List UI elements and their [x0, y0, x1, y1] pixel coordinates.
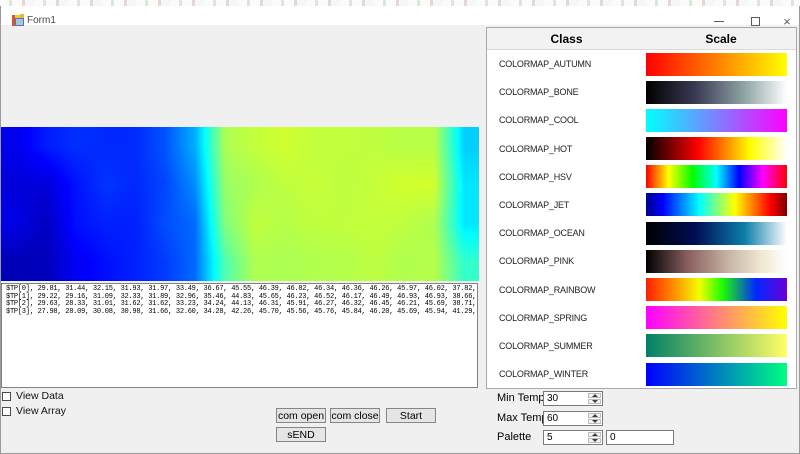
titlebar[interactable]: Form1 × — [0, 6, 800, 29]
spin-down-button[interactable] — [588, 438, 601, 443]
palette-value: 5 — [547, 432, 553, 443]
colormap-class-label: COLORMAP_WINTER — [499, 369, 589, 380]
colormap-class-label: COLORMAP_SUMMER — [499, 340, 593, 351]
com-close-button[interactable]: com close — [330, 408, 380, 423]
arrow-up-icon — [591, 433, 598, 436]
palette-spin — [588, 432, 601, 443]
com-open-button[interactable]: com open — [276, 408, 326, 423]
colormap-class-label: COLORMAP_OCEAN — [499, 228, 585, 239]
colormap-row[interactable]: COLORMAP_WINTER — [487, 360, 796, 388]
colormap-class-label: COLORMAP_JET — [499, 200, 570, 211]
class-column-header[interactable]: Class — [487, 28, 646, 49]
view-data-checkbox[interactable]: View Data — [2, 390, 64, 402]
view-array-checkbox[interactable]: View Array — [2, 405, 66, 417]
colormap-row[interactable]: COLORMAP_RAINBOW — [487, 276, 796, 304]
colormap-scale-bar — [646, 193, 787, 217]
min-temp-value: 30 — [547, 393, 559, 404]
colormap-class-label: COLORMAP_SPRING — [499, 312, 588, 323]
colormap-scale-bar — [646, 362, 787, 386]
colormap-scale-bar — [646, 249, 787, 273]
arrow-up-icon — [591, 414, 598, 417]
colormap-grid-header: Class Scale — [487, 28, 796, 50]
colormap-row[interactable]: COLORMAP_SPRING — [487, 304, 796, 332]
spin-up-button[interactable] — [588, 393, 601, 398]
min-temp-label: Min Temp — [497, 392, 545, 404]
colormap-class-label: COLORMAP_PINK — [499, 256, 574, 267]
colormap-row[interactable]: COLORMAP_HOT — [487, 135, 796, 163]
view-data-checkbox-box[interactable] — [2, 391, 11, 401]
colormap-scale-bar — [646, 221, 787, 245]
colormap-scale-bar — [646, 52, 787, 76]
colormap-scale-bar — [646, 108, 787, 132]
max-temp-spin — [588, 413, 601, 424]
colormap-grid: Class Scale COLORMAP_AUTUMN COLORMAP_BONE… — [486, 27, 797, 389]
colormap-scale-bar — [646, 334, 787, 358]
max-temp-value: 60 — [547, 413, 559, 424]
colormap-class-label: COLORMAP_BONE — [499, 87, 579, 98]
colormap-row[interactable]: COLORMAP_JET — [487, 191, 796, 219]
palette-label: Palette — [497, 431, 532, 443]
arrow-up-icon — [591, 394, 598, 397]
colormap-class-label: COLORMAP_RAINBOW — [499, 284, 596, 295]
view-data-label: View Data — [16, 390, 64, 402]
min-temp-stepper[interactable]: 30 — [543, 391, 603, 406]
spin-down-button[interactable] — [588, 399, 601, 404]
arrow-down-icon — [591, 400, 598, 403]
colormap-class-label: COLORMAP_HOT — [499, 143, 573, 154]
send-button[interactable]: sEND — [276, 427, 326, 442]
colormap-row[interactable]: COLORMAP_PINK — [487, 247, 796, 275]
max-temp-label: Max Temp — [497, 412, 548, 424]
colormap-rows: COLORMAP_AUTUMN COLORMAP_BONE COLORMAP_COO… — [487, 50, 796, 388]
colormap-scale-bar — [646, 278, 787, 301]
maximize-icon — [750, 17, 760, 26]
colormap-row[interactable]: COLORMAP_SUMMER — [487, 332, 796, 360]
window-title: Form1 — [27, 15, 56, 26]
minimize-icon — [714, 21, 724, 22]
spin-up-button[interactable] — [588, 432, 601, 437]
palette-aux-textbox[interactable]: 0 — [606, 430, 674, 445]
max-temp-stepper[interactable]: 60 — [543, 411, 603, 426]
scale-column-header[interactable]: Scale — [646, 28, 796, 49]
view-array-label: View Array — [16, 405, 66, 417]
palette-aux-value: 0 — [610, 432, 616, 443]
view-array-checkbox-box[interactable] — [2, 406, 11, 416]
colormap-scale-bar — [646, 137, 787, 161]
colormap-class-label: COLORMAP_HSV — [499, 171, 572, 182]
min-temp-spin — [588, 393, 601, 404]
colormap-row[interactable]: COLORMAP_BONE — [487, 78, 796, 106]
app-root: Form1 × $TP[0], 29.81, 31.44, 32.15, 31.… — [0, 0, 800, 454]
spin-up-button[interactable] — [588, 413, 601, 418]
colormap-class-label: COLORMAP_AUTUMN — [499, 59, 592, 70]
spin-down-button[interactable] — [588, 419, 601, 424]
colormap-row[interactable]: COLORMAP_AUTUMN — [487, 50, 796, 78]
colormap-row[interactable]: COLORMAP_COOL — [487, 106, 796, 134]
log-text: $TP[0], 29.81, 31.44, 32.15, 31.93, 31.9… — [6, 285, 477, 317]
colormap-row[interactable]: COLORMAP_HSV — [487, 163, 796, 191]
form-icon — [12, 14, 24, 26]
colormap-scale-bar — [646, 80, 787, 104]
colormap-scale-bar — [646, 306, 787, 330]
thermal-image — [1, 127, 479, 281]
palette-stepper[interactable]: 5 — [543, 430, 603, 445]
arrow-down-icon — [591, 420, 598, 423]
colormap-scale-bar — [646, 165, 787, 189]
colormap-row[interactable]: COLORMAP_OCEAN — [487, 219, 796, 247]
colormap-class-label: COLORMAP_COOL — [499, 115, 579, 126]
start-button[interactable]: Start — [386, 408, 436, 423]
arrow-down-icon — [591, 439, 598, 442]
data-log-textbox[interactable]: $TP[0], 29.81, 31.44, 32.15, 31.93, 31.9… — [1, 283, 478, 388]
